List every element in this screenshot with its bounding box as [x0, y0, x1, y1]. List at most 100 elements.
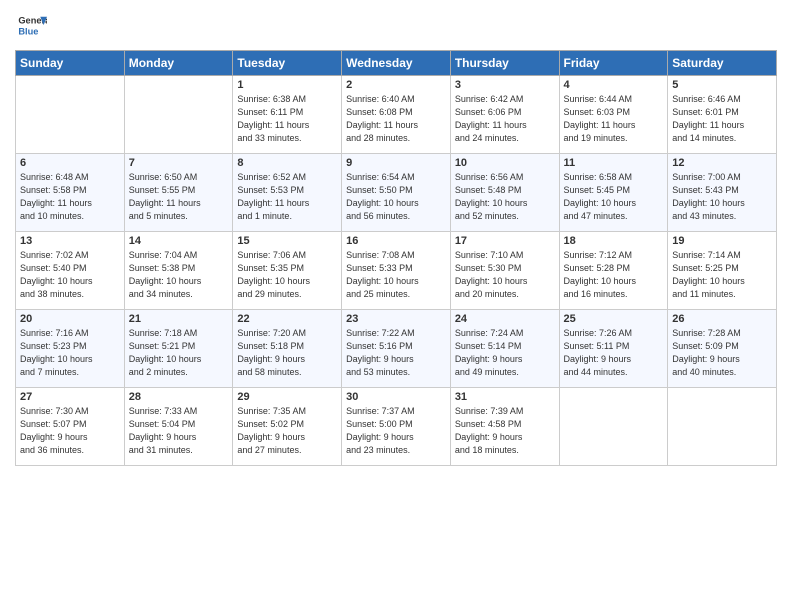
day-detail: Sunrise: 7:30 AM Sunset: 5:07 PM Dayligh… — [20, 405, 120, 457]
logo-icon: General Blue — [15, 10, 47, 42]
day-cell: 12Sunrise: 7:00 AM Sunset: 5:43 PM Dayli… — [668, 154, 777, 232]
day-number: 30 — [346, 391, 446, 403]
day-detail: Sunrise: 6:48 AM Sunset: 5:58 PM Dayligh… — [20, 171, 120, 223]
week-row-3: 13 Sunrise: 7:02 AM Sunset: 5:40 PM Dayli… — [16, 232, 777, 310]
day-detail: Sunrise: 7:02 AM Sunset: 5:40 PM Dayligh… — [20, 249, 120, 301]
day-cell: 22 Sunrise: 7:20 AM Sunset: 5:18 PM Dayli… — [233, 310, 342, 388]
day-detail: Sunrise: 6:54 AM Sunset: 5:50 PM Dayligh… — [346, 171, 446, 223]
day-detail: Sunrise: 6:56 AM Sunset: 5:48 PM Dayligh… — [455, 171, 555, 223]
weekday-friday: Friday — [559, 51, 668, 76]
day-number: 15 — [237, 235, 337, 247]
day-cell: 8 Sunrise: 6:52 AM Sunset: 5:53 PM Daylig… — [233, 154, 342, 232]
day-number: 2 — [346, 79, 446, 91]
day-detail: Sunrise: 7:12 AM Sunset: 5:28 PM Dayligh… — [564, 249, 664, 301]
day-cell: 21 Sunrise: 7:18 AM Sunset: 5:21 PM Dayli… — [124, 310, 233, 388]
day-detail: Sunrise: 7:14 AM Sunset: 5:25 PM Dayligh… — [672, 249, 772, 301]
day-number: 28 — [129, 391, 229, 403]
day-cell: 28Sunrise: 7:33 AM Sunset: 5:04 PM Dayli… — [124, 388, 233, 466]
day-detail: Sunrise: 7:37 AM Sunset: 5:00 PM Dayligh… — [346, 405, 446, 457]
day-number: 24 — [455, 313, 555, 325]
weekday-tuesday: Tuesday — [233, 51, 342, 76]
day-cell: 29 Sunrise: 7:35 AM Sunset: 5:02 PM Dayli… — [233, 388, 342, 466]
week-row-2: 6 Sunrise: 6:48 AM Sunset: 5:58 PM Daylig… — [16, 154, 777, 232]
weekday-header-row: SundayMondayTuesdayWednesdayThursdayFrid… — [16, 51, 777, 76]
day-number: 16 — [346, 235, 446, 247]
day-number: 4 — [564, 79, 664, 91]
calendar-table: SundayMondayTuesdayWednesdayThursdayFrid… — [15, 50, 777, 466]
day-number: 6 — [20, 157, 120, 169]
day-cell: 10 Sunrise: 6:56 AM Sunset: 5:48 PM Dayli… — [450, 154, 559, 232]
day-number: 22 — [237, 313, 337, 325]
day-number: 26 — [672, 313, 772, 325]
day-number: 27 — [20, 391, 120, 403]
day-cell: 24 Sunrise: 7:24 AM Sunset: 5:14 PM Dayli… — [450, 310, 559, 388]
day-cell: 5 Sunrise: 6:46 AM Sunset: 6:01 PM Daylig… — [668, 76, 777, 154]
day-detail: Sunrise: 7:18 AM Sunset: 5:21 PM Dayligh… — [129, 327, 229, 379]
day-detail: Sunrise: 7:16 AM Sunset: 5:23 PM Dayligh… — [20, 327, 120, 379]
weekday-wednesday: Wednesday — [342, 51, 451, 76]
day-number: 23 — [346, 313, 446, 325]
logo: General Blue — [15, 10, 51, 42]
day-detail: Sunrise: 6:58 AM Sunset: 5:45 PM Dayligh… — [564, 171, 664, 223]
day-detail: Sunrise: 6:44 AM Sunset: 6:03 PM Dayligh… — [564, 93, 664, 145]
day-detail: Sunrise: 7:00 AM Sunset: 5:43 PM Dayligh… — [672, 171, 772, 223]
day-detail: Sunrise: 7:10 AM Sunset: 5:30 PM Dayligh… — [455, 249, 555, 301]
day-cell: 19Sunrise: 7:14 AM Sunset: 5:25 PM Dayli… — [668, 232, 777, 310]
day-cell: 13 Sunrise: 7:02 AM Sunset: 5:40 PM Dayli… — [16, 232, 125, 310]
day-cell: 20 Sunrise: 7:16 AM Sunset: 5:23 PM Dayli… — [16, 310, 125, 388]
weekday-monday: Monday — [124, 51, 233, 76]
day-number: 17 — [455, 235, 555, 247]
day-detail: Sunrise: 6:46 AM Sunset: 6:01 PM Dayligh… — [672, 93, 772, 145]
day-detail: Sunrise: 6:40 AM Sunset: 6:08 PM Dayligh… — [346, 93, 446, 145]
day-cell: 15Sunrise: 7:06 AM Sunset: 5:35 PM Dayli… — [233, 232, 342, 310]
week-row-4: 20 Sunrise: 7:16 AM Sunset: 5:23 PM Dayli… — [16, 310, 777, 388]
day-number: 14 — [129, 235, 229, 247]
svg-text:Blue: Blue — [18, 26, 38, 36]
day-cell — [559, 388, 668, 466]
week-row-1: 1 Sunrise: 6:38 AM Sunset: 6:11 PM Daylig… — [16, 76, 777, 154]
day-detail: Sunrise: 7:35 AM Sunset: 5:02 PM Dayligh… — [237, 405, 337, 457]
day-cell: 9 Sunrise: 6:54 AM Sunset: 5:50 PM Daylig… — [342, 154, 451, 232]
day-detail: Sunrise: 6:52 AM Sunset: 5:53 PM Dayligh… — [237, 171, 337, 223]
day-number: 7 — [129, 157, 229, 169]
page: General Blue SundayMondayTuesdayWednesda… — [0, 0, 792, 612]
day-number: 13 — [20, 235, 120, 247]
week-row-5: 27 Sunrise: 7:30 AM Sunset: 5:07 PM Dayli… — [16, 388, 777, 466]
day-cell: 7 Sunrise: 6:50 AM Sunset: 5:55 PM Daylig… — [124, 154, 233, 232]
day-cell: 30 Sunrise: 7:37 AM Sunset: 5:00 PM Dayli… — [342, 388, 451, 466]
day-number: 21 — [129, 313, 229, 325]
day-number: 8 — [237, 157, 337, 169]
day-number: 9 — [346, 157, 446, 169]
day-detail: Sunrise: 7:39 AM Sunset: 4:58 PM Dayligh… — [455, 405, 555, 457]
day-detail: Sunrise: 7:20 AM Sunset: 5:18 PM Dayligh… — [237, 327, 337, 379]
day-cell: 2 Sunrise: 6:40 AM Sunset: 6:08 PM Daylig… — [342, 76, 451, 154]
day-cell: 26Sunrise: 7:28 AM Sunset: 5:09 PM Dayli… — [668, 310, 777, 388]
day-number: 29 — [237, 391, 337, 403]
day-number: 10 — [455, 157, 555, 169]
day-cell: 23Sunrise: 7:22 AM Sunset: 5:16 PM Dayli… — [342, 310, 451, 388]
day-number: 18 — [564, 235, 664, 247]
day-number: 5 — [672, 79, 772, 91]
day-number: 25 — [564, 313, 664, 325]
day-number: 1 — [237, 79, 337, 91]
weekday-sunday: Sunday — [16, 51, 125, 76]
day-cell: 16 Sunrise: 7:08 AM Sunset: 5:33 PM Dayli… — [342, 232, 451, 310]
day-detail: Sunrise: 6:50 AM Sunset: 5:55 PM Dayligh… — [129, 171, 229, 223]
day-number: 11 — [564, 157, 664, 169]
day-cell: 18 Sunrise: 7:12 AM Sunset: 5:28 PM Dayli… — [559, 232, 668, 310]
weekday-thursday: Thursday — [450, 51, 559, 76]
day-detail: Sunrise: 6:38 AM Sunset: 6:11 PM Dayligh… — [237, 93, 337, 145]
day-cell: 1 Sunrise: 6:38 AM Sunset: 6:11 PM Daylig… — [233, 76, 342, 154]
day-cell: 4 Sunrise: 6:44 AM Sunset: 6:03 PM Daylig… — [559, 76, 668, 154]
day-number: 31 — [455, 391, 555, 403]
day-detail: Sunrise: 7:04 AM Sunset: 5:38 PM Dayligh… — [129, 249, 229, 301]
day-cell: 31 Sunrise: 7:39 AM Sunset: 4:58 PM Dayli… — [450, 388, 559, 466]
day-number: 20 — [20, 313, 120, 325]
day-cell — [16, 76, 125, 154]
day-cell — [668, 388, 777, 466]
day-detail: Sunrise: 7:24 AM Sunset: 5:14 PM Dayligh… — [455, 327, 555, 379]
day-cell: 11 Sunrise: 6:58 AM Sunset: 5:45 PM Dayli… — [559, 154, 668, 232]
day-detail: Sunrise: 7:08 AM Sunset: 5:33 PM Dayligh… — [346, 249, 446, 301]
day-detail: Sunrise: 6:42 AM Sunset: 6:06 PM Dayligh… — [455, 93, 555, 145]
day-cell: 6 Sunrise: 6:48 AM Sunset: 5:58 PM Daylig… — [16, 154, 125, 232]
